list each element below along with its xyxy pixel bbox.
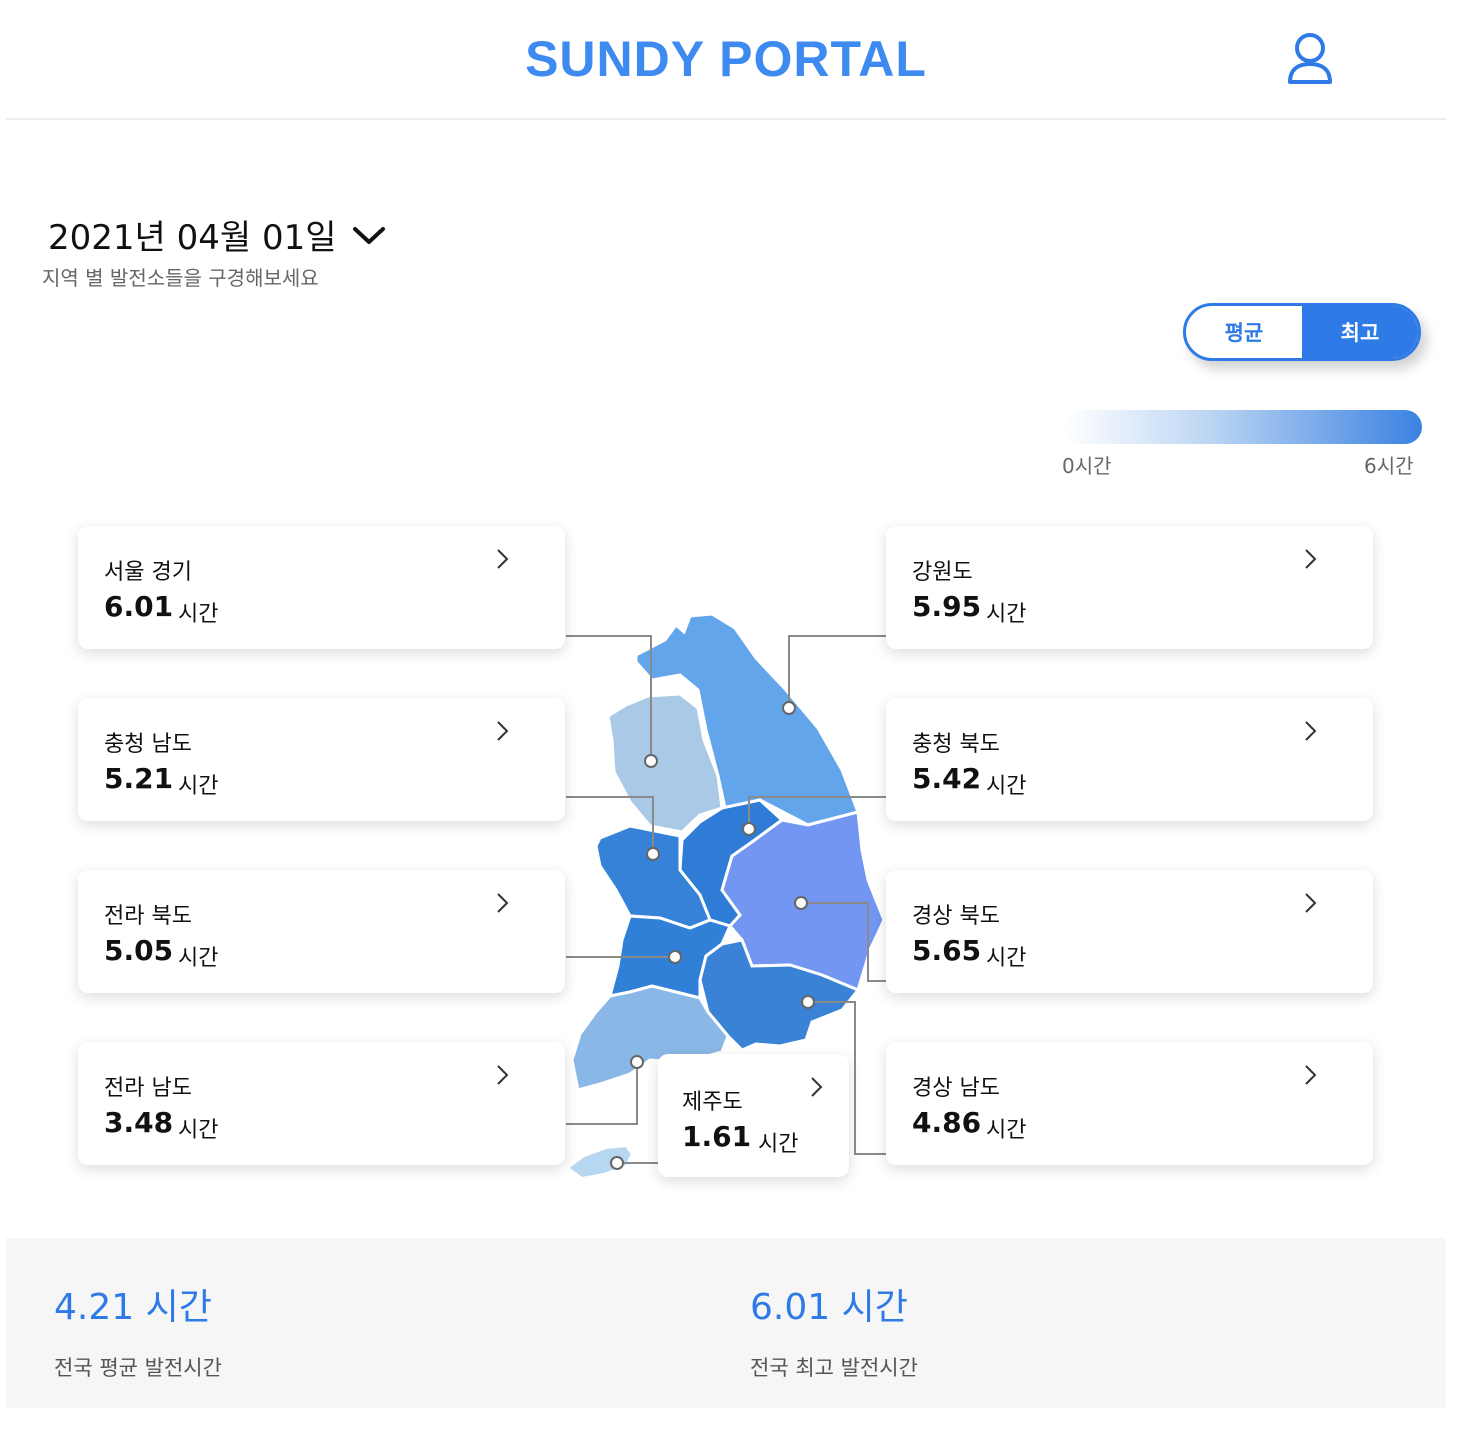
region-name: 충청 남도: [104, 732, 192, 757]
region-card-jeju[interactable]: 제주도 1.61 시간: [658, 1054, 849, 1177]
region-name: 경상 남도: [912, 1076, 1000, 1101]
region-value: 5.05: [104, 934, 174, 967]
chevron-right-icon[interactable]: [495, 1064, 509, 1086]
summary-panel: 4.21 시간 전국 평균 발전시간 6.01 시간 전국 최고 발전시간: [6, 1238, 1446, 1408]
region-card-jeonnam[interactable]: 전라 남도 3.48 시간: [78, 1042, 565, 1165]
chevron-right-icon[interactable]: [1303, 720, 1317, 742]
chevron-right-icon[interactable]: [1303, 1064, 1317, 1086]
app-header: SUNDY PORTAL: [6, 0, 1446, 120]
region-unit: 시간: [986, 946, 1027, 971]
region-value: 5.95: [912, 590, 982, 623]
toggle-maximum[interactable]: 최고: [1302, 306, 1418, 358]
legend-min-label: 0시간: [1062, 454, 1112, 478]
region-name: 서울 경기: [104, 560, 192, 585]
region-card-seoul-gyeonggi[interactable]: 서울 경기 6.01 시간: [78, 526, 565, 649]
region-value: 3.48: [104, 1106, 174, 1139]
date-selector[interactable]: 2021년 04월 01일: [48, 210, 387, 259]
region-unit: 시간: [758, 1132, 799, 1157]
national-max-label: 전국 최고 발전시간: [750, 1356, 918, 1380]
region-unit: 시간: [178, 1118, 219, 1143]
brand-logo[interactable]: SUNDY PORTAL: [6, 30, 1446, 88]
marker-gangwon[interactable]: [782, 701, 796, 715]
region-name: 제주도: [682, 1090, 743, 1115]
national-max-stat: 6.01 시간 전국 최고 발전시간: [750, 1278, 918, 1382]
region-unit: 시간: [178, 946, 219, 971]
national-average-value: 4.21 시간: [54, 1287, 212, 1328]
marker-jeju[interactable]: [610, 1156, 624, 1170]
region-unit: 시간: [986, 1118, 1027, 1143]
national-average-stat: 4.21 시간 전국 평균 발전시간: [54, 1278, 222, 1382]
region-card-chungnam[interactable]: 충청 남도 5.21 시간: [78, 698, 565, 821]
region-value: 5.42: [912, 762, 982, 795]
marker-gyeongbuk[interactable]: [794, 896, 808, 910]
region-value: 5.65: [912, 934, 982, 967]
marker-seoul-gyeonggi[interactable]: [644, 754, 658, 768]
legend-max-label: 6시간: [1364, 454, 1414, 478]
chevron-down-icon[interactable]: [351, 223, 387, 247]
chevron-right-icon[interactable]: [1303, 892, 1317, 914]
page-subtitle: 지역 별 발전소들을 구경해보세요: [42, 266, 319, 290]
toggle-average[interactable]: 평균: [1186, 306, 1302, 358]
marker-chungbuk[interactable]: [742, 822, 756, 836]
region-value: 1.61: [682, 1120, 752, 1153]
chevron-right-icon[interactable]: [495, 548, 509, 570]
marker-jeonnam[interactable]: [630, 1055, 644, 1069]
chevron-right-icon[interactable]: [495, 892, 509, 914]
color-scale-legend: [1064, 410, 1422, 444]
national-average-label: 전국 평균 발전시간: [54, 1356, 222, 1380]
region-name: 전라 남도: [104, 1076, 192, 1101]
region-name: 강원도: [912, 560, 973, 585]
region-card-chungbuk[interactable]: 충청 북도 5.42 시간: [886, 698, 1373, 821]
user-icon[interactable]: [1278, 30, 1342, 90]
region-card-gyeongnam[interactable]: 경상 남도 4.86 시간: [886, 1042, 1373, 1165]
region-card-jeonbuk[interactable]: 전라 북도 5.05 시간: [78, 870, 565, 993]
region-value: 4.86: [912, 1106, 982, 1139]
region-value: 6.01: [104, 590, 174, 623]
region-unit: 시간: [986, 774, 1027, 799]
region-unit: 시간: [986, 602, 1027, 627]
region-card-gyeongbuk[interactable]: 경상 북도 5.65 시간: [886, 870, 1373, 993]
marker-chungnam[interactable]: [646, 847, 660, 861]
region-unit: 시간: [178, 774, 219, 799]
marker-gyeongnam[interactable]: [801, 995, 815, 1009]
region-value: 5.21: [104, 762, 174, 795]
region-card-gangwon[interactable]: 강원도 5.95 시간: [886, 526, 1373, 649]
chevron-right-icon[interactable]: [495, 720, 509, 742]
region-name: 전라 북도: [104, 904, 192, 929]
region-name: 경상 북도: [912, 904, 1000, 929]
chevron-right-icon[interactable]: [809, 1076, 823, 1098]
region-name: 충청 북도: [912, 732, 1000, 757]
avg-max-toggle[interactable]: 평균 최고: [1183, 303, 1421, 361]
date-label: 2021년 04월 01일: [48, 218, 337, 258]
national-max-value: 6.01 시간: [750, 1287, 908, 1328]
region-unit: 시간: [178, 602, 219, 627]
chevron-right-icon[interactable]: [1303, 548, 1317, 570]
marker-jeonbuk[interactable]: [668, 950, 682, 964]
